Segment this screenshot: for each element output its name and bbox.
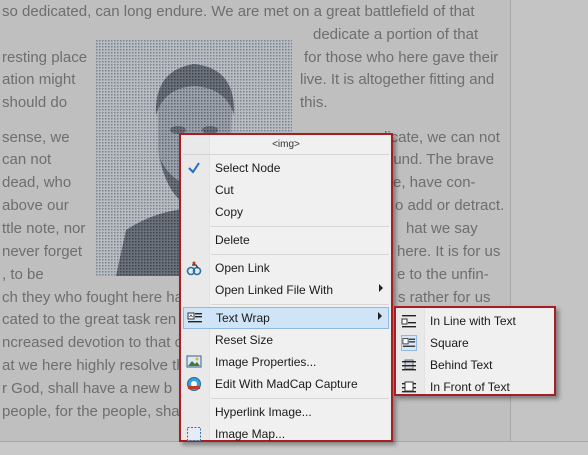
menu-item-reset-size[interactable]: Reset Size (181, 329, 391, 351)
inline-wrap-icon (401, 313, 417, 329)
submenu-item-label: Square (430, 336, 469, 350)
text-line: dead, who (2, 174, 72, 191)
text-line: sense, we (2, 129, 70, 146)
square-wrap-icon (401, 335, 417, 351)
checkmark-icon (186, 160, 202, 176)
menu-item-label: Reset Size (215, 333, 274, 347)
text-line: ttle note, nor (2, 220, 86, 237)
text-wrap-icon (187, 310, 203, 326)
text-line: here. It is for us (397, 243, 501, 260)
text-line: e to the unfin- (397, 266, 489, 283)
in-front-text-icon (401, 379, 417, 395)
text-line: cated to the great task ren (2, 311, 177, 328)
submenu-arrow-icon (378, 312, 382, 320)
text-line: , to be (2, 266, 44, 283)
menu-item-copy[interactable]: Copy (181, 201, 391, 223)
menu-item-label: Hyperlink Image... (215, 405, 312, 419)
menu-item-select-node[interactable]: Select Node (181, 157, 391, 179)
text-line: can not (2, 151, 52, 168)
menu-separator (211, 254, 389, 255)
text-line: e, have con- (393, 174, 476, 191)
menu-separator (211, 304, 389, 305)
menu-item-label: Open Link (215, 261, 270, 275)
text-line: live. It is altogether fitting and (300, 71, 495, 88)
madcap-capture-icon (186, 376, 202, 392)
text-line: licate, we can not (384, 129, 500, 146)
text-line: ch they who fought here ha (2, 289, 183, 306)
submenu-item-label: Behind Text (430, 358, 493, 372)
menu-separator (211, 226, 389, 227)
menu-item-label: Image Properties... (215, 355, 317, 369)
menu-item-label: Text Wrap (216, 311, 270, 325)
text-line: never forget (2, 243, 83, 260)
text-line: resting place (2, 49, 88, 66)
context-menu: <img> Select Node Cut Copy Delete Open L… (179, 133, 393, 442)
menu-item-label: Copy (215, 205, 244, 219)
behind-text-icon (401, 357, 417, 373)
image-map-icon (186, 426, 202, 442)
menu-item-image-properties[interactable]: Image Properties... (181, 351, 391, 373)
text-line: for those who here gave their (304, 49, 499, 66)
text-line: so dedicated, can long endure. We are me… (2, 3, 475, 20)
text-line: ation might (2, 71, 76, 88)
text-line: ncreased devotion to that c (2, 334, 183, 351)
menu-separator (211, 398, 389, 399)
text-line: people, for the people, sha (2, 403, 180, 420)
text-wrap-submenu: In Line with Text Square Behind Text In … (394, 306, 556, 396)
submenu-item-behind-text[interactable]: Behind Text (396, 354, 554, 376)
menu-item-cut[interactable]: Cut (181, 179, 391, 201)
menu-item-edit-with-madcap-capture[interactable]: Edit With MadCap Capture (181, 373, 391, 395)
text-line: this. (300, 94, 328, 111)
menu-item-label: Select Node (215, 161, 281, 175)
menu-header-tag: <img> (272, 139, 300, 150)
text-line: hat we say (406, 220, 478, 237)
menu-item-delete[interactable]: Delete (181, 229, 391, 251)
submenu-item-square[interactable]: Square (396, 332, 554, 354)
menu-item-label: Delete (215, 233, 250, 247)
image-properties-icon (186, 354, 202, 370)
submenu-item-label: In Front of Text (430, 380, 510, 394)
text-line: s rather for us (398, 289, 491, 306)
menu-item-open-link[interactable]: Open Link (181, 257, 391, 279)
open-link-icon (186, 260, 202, 276)
text-line: o add or detract. (395, 197, 505, 214)
text-line: round. The brave (380, 151, 494, 168)
submenu-item-label: In Line with Text (430, 314, 516, 328)
submenu-arrow-icon (379, 284, 383, 292)
text-line: should do (2, 94, 68, 111)
submenu-item-in-front-of-text[interactable]: In Front of Text (396, 376, 554, 398)
menu-item-label: Cut (215, 183, 234, 197)
menu-item-label: Edit With MadCap Capture (215, 377, 358, 391)
menu-item-text-wrap[interactable]: Text Wrap (183, 307, 389, 329)
text-line: at we here highly resolve th (2, 357, 185, 374)
menu-item-image-map[interactable]: Image Map... (181, 423, 391, 445)
submenu-item-in-line-with-text[interactable]: In Line with Text (396, 310, 554, 332)
menu-separator (183, 154, 389, 155)
menu-item-label: Image Map... (215, 427, 286, 441)
menu-item-open-linked-file-with[interactable]: Open Linked File With (181, 279, 391, 301)
menu-item-hyperlink-image[interactable]: Hyperlink Image... (181, 401, 391, 423)
text-line: dedicate a portion of that (313, 26, 479, 43)
text-line: r God, shall have a new b (2, 380, 173, 397)
text-line: above our (2, 197, 69, 214)
menu-item-label: Open Linked File With (215, 283, 334, 297)
